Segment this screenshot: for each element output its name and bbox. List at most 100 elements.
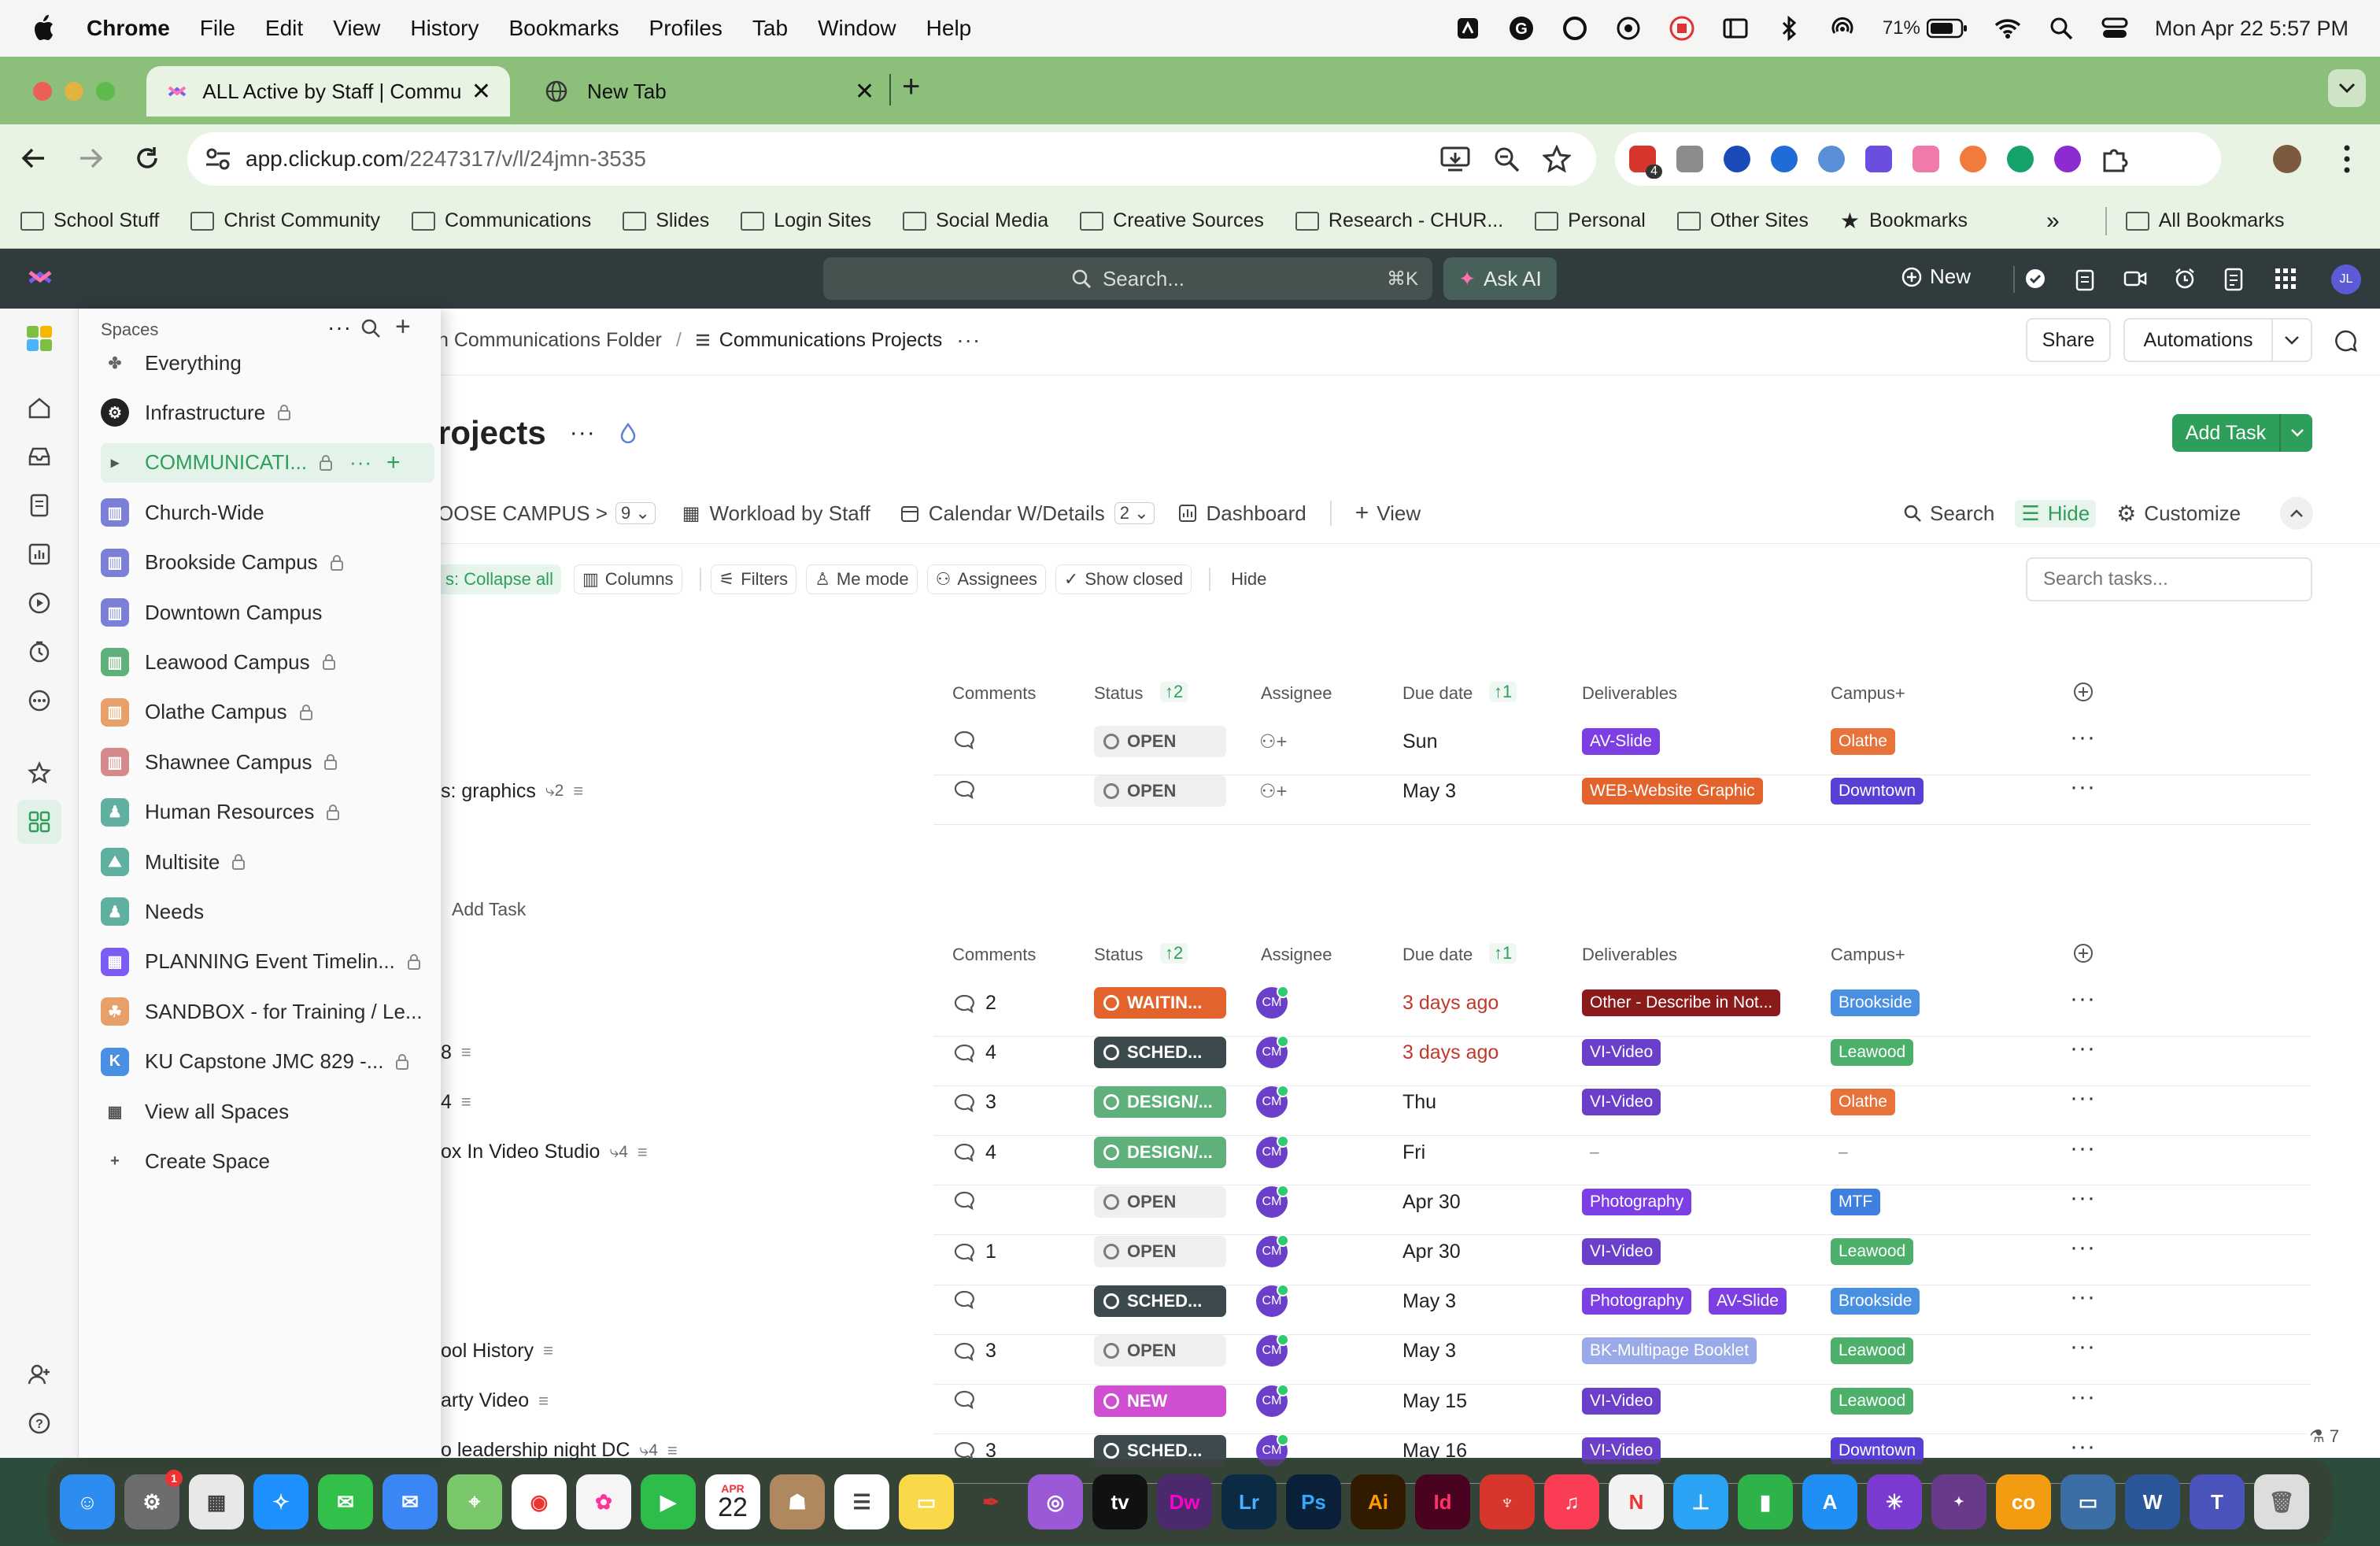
notes-icon[interactable]: ▭ (899, 1474, 954, 1529)
campus-tag[interactable]: Brookside (1831, 989, 1920, 1016)
wifi-icon[interactable] (1994, 15, 2021, 42)
indesign-icon[interactable]: Id (1415, 1474, 1470, 1529)
status-badge[interactable]: OPEN (1094, 1236, 1226, 1267)
col-campus[interactable]: Campus+ (1831, 683, 1905, 704)
calendar-ext-icon[interactable]: 4 (1629, 146, 1662, 179)
subtask-count[interactable]: ⤷4 (639, 1441, 657, 1460)
t-ext-icon[interactable] (1960, 146, 1986, 172)
comments-cell[interactable] (954, 1191, 985, 1210)
facetime-icon[interactable]: ▶ (641, 1474, 696, 1529)
task-name[interactable]: arty Video ≡ (441, 1385, 549, 1417)
status-badge[interactable]: NEW (1094, 1385, 1226, 1417)
spotlight-icon[interactable] (2048, 15, 2075, 42)
deliverable-tag[interactable]: Photography (1582, 1288, 1692, 1315)
spaces-icon[interactable] (17, 800, 61, 844)
space-item[interactable]: ☘ SANDBOX - for Training / Le... (101, 992, 434, 1031)
breadcrumb-more-icon[interactable]: ··· (956, 327, 981, 353)
play-ext-icon[interactable] (1724, 146, 1750, 172)
bookmark-folder[interactable]: Creative Sources (1080, 209, 1264, 232)
purple-ext-icon[interactable] (2054, 146, 2081, 172)
safari-icon[interactable]: ✧ (253, 1474, 309, 1529)
assignee-avatar[interactable]: CM (1256, 1234, 1289, 1267)
menu-tab[interactable]: Tab (752, 16, 788, 41)
c-ext-icon[interactable] (1771, 146, 1798, 172)
menu-window[interactable]: Window (818, 16, 896, 41)
status-badge[interactable]: OPEN (1094, 726, 1226, 757)
menu-history[interactable]: History (410, 16, 479, 41)
assignee-avatar[interactable]: CM (1256, 986, 1289, 1019)
system-settings-icon[interactable]: ⚙ 1 (124, 1470, 183, 1529)
row-more-icon[interactable]: ··· (2070, 774, 2096, 801)
hide-button[interactable]: ☰ Hide (2015, 499, 2097, 527)
view-count-badge[interactable]: 2 ⌄ (1114, 502, 1155, 524)
bookmark-folder[interactable]: Research - CHUR... (1295, 209, 1503, 232)
contacts-icon[interactable]: ☗ (770, 1474, 825, 1529)
spaces-search-icon[interactable] (360, 318, 381, 338)
space-item[interactable]: ▥ Leawood Campus (101, 642, 434, 682)
status-badge[interactable]: SCHED... (1094, 1285, 1226, 1318)
space-item[interactable]: ♟ Needs (101, 892, 434, 931)
deliverable-tag[interactable]: AV-Slide (1709, 1288, 1787, 1315)
apple-tv-icon[interactable]: tv (1092, 1474, 1148, 1529)
add-task-link[interactable]: Add Task (452, 899, 526, 920)
menu-app-name[interactable]: Chrome (87, 16, 170, 41)
alarm-icon[interactable] (2174, 268, 2196, 290)
row-more-icon[interactable]: ··· (2070, 986, 2096, 1012)
status-badge[interactable]: DESIGN/... (1094, 1136, 1226, 1168)
hide-closed-button[interactable]: Hide (1231, 569, 1266, 590)
reload-icon[interactable] (134, 145, 161, 172)
site-info-icon[interactable] (205, 146, 231, 172)
chrome-icon[interactable]: ◉ (512, 1474, 567, 1529)
space-item[interactable]: ⚙ Infrastructure (101, 393, 434, 432)
music-icon[interactable]: ♫ (1544, 1474, 1599, 1529)
screens-app-icon[interactable]: ▭ (2060, 1474, 2116, 1529)
comments-cell[interactable]: 4 (954, 1041, 996, 1064)
due-date[interactable]: May 15 (1402, 1390, 1467, 1413)
space-item[interactable]: ▦ PLANNING Event Timelin... (101, 942, 434, 982)
menu-file[interactable]: File (200, 16, 235, 41)
comments-cell[interactable]: 1 (954, 1241, 996, 1263)
task-name[interactable]: ox In Video Studio ⤷4 ≡ (441, 1137, 648, 1168)
space-item[interactable]: ▸ COMMUNICATI... ··· + (101, 442, 434, 483)
row-more-icon[interactable]: ··· (2070, 1135, 2096, 1162)
dreamweaver-icon[interactable]: Dw (1157, 1474, 1212, 1529)
col-campus[interactable]: Campus+ (1831, 945, 1905, 965)
assignee-avatar[interactable]: CM (1256, 1035, 1289, 1069)
campus-tag[interactable]: MTF (1831, 1188, 1881, 1215)
breadcrumb-list[interactable]: Communications Projects (696, 329, 942, 352)
campus-tag[interactable]: Olathe (1831, 1089, 1895, 1116)
info-drop-icon[interactable] (619, 423, 637, 443)
space-more-icon[interactable]: ··· (349, 450, 372, 475)
comments-cell[interactable] (954, 1290, 985, 1310)
trash-icon[interactable]: 🗑 (2254, 1474, 2309, 1529)
comments-cell[interactable]: 2 (954, 992, 996, 1015)
record-icon[interactable] (1669, 15, 1695, 42)
assignee-avatar[interactable]: CM (1256, 1383, 1289, 1417)
search-tasks-input[interactable] (2026, 557, 2312, 601)
zoom-icon[interactable] (1494, 146, 1521, 173)
inbox-icon[interactable] (25, 442, 54, 471)
due-date[interactable]: Apr 30 (1402, 1191, 1461, 1214)
task-name[interactable]: s: graphics ⤷2 ≡ (441, 775, 583, 807)
col-assignee[interactable]: Assignee (1261, 945, 1332, 965)
space-item[interactable]: ✤ Everything (101, 343, 434, 383)
finder-icon[interactable]: ☺ (60, 1474, 115, 1529)
bookmark-folder[interactable]: Other Sites (1676, 209, 1809, 232)
bookmark-star-icon[interactable] (1543, 145, 1571, 173)
new-button[interactable]: New (1901, 264, 1971, 289)
view-tab-campus[interactable]: OOSE CAMPUS > (438, 501, 608, 526)
window-icon[interactable] (1722, 15, 1749, 42)
docs-rail-icon[interactable] (25, 491, 54, 520)
col-due-date[interactable]: Due date (1402, 683, 1473, 704)
due-date[interactable]: Thu (1402, 1091, 1436, 1114)
subtask-count[interactable]: ⤷2 (545, 782, 564, 801)
creative-cloud-icon[interactable] (1561, 15, 1588, 42)
app-store-icon[interactable]: A (1802, 1474, 1857, 1529)
word-icon[interactable]: W (2125, 1474, 2180, 1529)
share-button[interactable]: Share (2026, 318, 2111, 362)
due-date[interactable]: May 3 (1402, 1340, 1456, 1363)
spaces-more-icon[interactable]: ··· (327, 315, 352, 340)
numbers-icon[interactable]: ▮ (1738, 1474, 1793, 1529)
a-ext-icon[interactable] (1818, 146, 1845, 172)
tab-active[interactable]: ALL Active by Staff | Commu ✕ (146, 66, 510, 117)
